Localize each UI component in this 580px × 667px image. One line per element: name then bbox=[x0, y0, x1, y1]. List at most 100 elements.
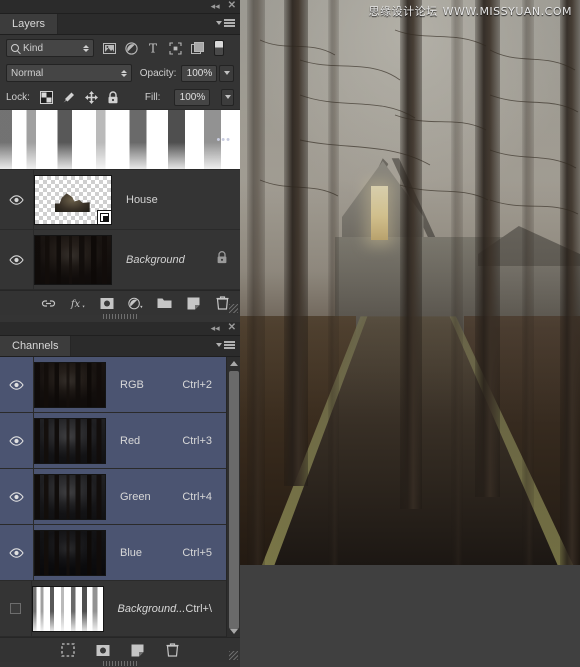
channels-panel-titlebar: ◂◂ ✕ bbox=[0, 322, 240, 336]
channel-shortcut: Ctrl+3 bbox=[182, 435, 212, 447]
panel-drag-grip[interactable] bbox=[103, 661, 137, 666]
panel-menu-triangle-icon bbox=[216, 343, 222, 347]
lock-label: Lock: bbox=[6, 92, 30, 103]
scroll-down-arrow-icon[interactable] bbox=[227, 625, 241, 637]
panel-resize-grip[interactable] bbox=[229, 651, 238, 660]
blend-mode-select[interactable]: Normal bbox=[6, 64, 132, 82]
eye-icon[interactable] bbox=[9, 548, 24, 558]
layer-name[interactable]: Background bbox=[126, 254, 185, 266]
list-item[interactable]: Red Ctrl+3 bbox=[0, 413, 240, 469]
panel-resize-grip[interactable] bbox=[229, 304, 238, 313]
channels-panel-footer bbox=[0, 637, 240, 662]
table-row[interactable]: Background bbox=[0, 230, 240, 290]
layer-mask-thumbnail[interactable] bbox=[132, 115, 210, 165]
channel-name: RGB bbox=[120, 379, 182, 391]
search-icon bbox=[11, 44, 19, 52]
new-adjustment-layer-button[interactable] bbox=[128, 296, 143, 311]
channels-panel: ◂◂ ✕ Channels bbox=[0, 322, 240, 662]
svg-text:T: T bbox=[149, 42, 157, 54]
tree-trunk bbox=[475, 0, 501, 497]
scroll-up-arrow-icon[interactable] bbox=[227, 357, 241, 369]
channel-thumbnail[interactable] bbox=[32, 586, 104, 632]
tree-trunk bbox=[247, 0, 266, 565]
tab-layers[interactable]: Layers bbox=[0, 14, 58, 34]
eye-icon[interactable] bbox=[9, 492, 24, 502]
filter-shape-icon[interactable] bbox=[168, 41, 182, 55]
channel-visibility-cell bbox=[0, 413, 34, 468]
layer-filter-row: Kind T bbox=[0, 35, 240, 61]
opacity-dropdown-arrow[interactable] bbox=[219, 65, 234, 82]
tab-channels[interactable]: Channels bbox=[0, 336, 71, 356]
opacity-input[interactable]: 100% bbox=[181, 65, 217, 82]
layers-panel-titlebar: ◂◂ ✕ bbox=[0, 0, 240, 14]
save-selection-as-channel-button[interactable] bbox=[95, 643, 110, 658]
delete-layer-button[interactable] bbox=[215, 296, 230, 311]
eye-icon-hidden[interactable] bbox=[10, 603, 21, 614]
filter-enable-toggle[interactable] bbox=[214, 40, 224, 56]
watermark-cn: 思缘设计论坛 bbox=[369, 5, 438, 18]
double-left-chevron-icon[interactable]: ◂◂ bbox=[211, 323, 220, 333]
document-image[interactable]: 思缘设计论坛 WWW.MISSYUAN.COM bbox=[240, 0, 580, 565]
filter-pixel-icon[interactable] bbox=[102, 41, 116, 55]
list-item[interactable]: Background... Ctrl+\ bbox=[0, 581, 240, 637]
eye-icon[interactable] bbox=[9, 380, 24, 390]
tree-trunk bbox=[451, 0, 463, 565]
eye-icon[interactable] bbox=[9, 255, 24, 265]
channel-thumbnail[interactable] bbox=[34, 362, 106, 408]
layer-thumbnail[interactable] bbox=[34, 175, 112, 225]
photoshop-window: ◂◂ ✕ Layers Kind bbox=[0, 0, 580, 667]
list-item[interactable]: Blue Ctrl+5 bbox=[0, 525, 240, 581]
new-layer-button[interactable] bbox=[186, 296, 201, 311]
layer-thumbnail[interactable] bbox=[34, 235, 112, 285]
channels-vertical-scrollbar[interactable] bbox=[226, 357, 240, 637]
channel-name: Red bbox=[120, 435, 182, 447]
tabrow-empty bbox=[58, 14, 240, 34]
document-canvas-area[interactable]: 思缘设计论坛 WWW.MISSYUAN.COM bbox=[240, 0, 580, 667]
panel-menu-icon[interactable] bbox=[216, 341, 235, 349]
add-layer-mask-button[interactable] bbox=[99, 296, 114, 311]
channel-thumbnail[interactable] bbox=[34, 418, 106, 464]
filter-type-icon[interactable]: T bbox=[146, 41, 160, 55]
layers-panel: ◂◂ ✕ Layers Kind bbox=[0, 0, 240, 322]
list-item[interactable]: Green Ctrl+4 bbox=[0, 469, 240, 525]
channel-visibility-cell bbox=[0, 357, 34, 412]
new-group-button[interactable] bbox=[157, 296, 172, 311]
panel-menu-lines-icon bbox=[224, 19, 235, 27]
delete-channel-button[interactable] bbox=[165, 643, 180, 658]
fill-dropdown-arrow[interactable] bbox=[221, 89, 234, 106]
close-icon[interactable]: ✕ bbox=[228, 1, 236, 11]
new-channel-button[interactable] bbox=[130, 643, 145, 658]
load-channel-as-selection-button[interactable] bbox=[60, 643, 75, 658]
lock-transparent-pixels-icon[interactable] bbox=[40, 90, 53, 104]
lock-position-icon[interactable] bbox=[85, 90, 98, 104]
channel-thumbnail[interactable] bbox=[34, 530, 106, 576]
blend-opacity-row: Normal Opacity: 100% bbox=[0, 61, 240, 85]
link-layers-button[interactable] bbox=[41, 296, 56, 311]
filter-kind-select[interactable]: Kind bbox=[6, 39, 94, 57]
channel-thumbnail[interactable] bbox=[34, 474, 106, 520]
eye-icon[interactable] bbox=[9, 195, 24, 205]
lock-image-pixels-icon[interactable] bbox=[62, 90, 76, 104]
panel-menu-icon[interactable] bbox=[216, 19, 235, 27]
list-item[interactable]: RGB Ctrl+2 bbox=[0, 357, 240, 413]
lock-all-icon[interactable] bbox=[107, 90, 119, 104]
table-row[interactable]: House bbox=[0, 170, 240, 230]
scrollbar-thumb[interactable] bbox=[229, 371, 239, 629]
filter-adjustment-icon[interactable] bbox=[124, 41, 138, 55]
channel-visibility-cell bbox=[0, 469, 34, 524]
panel-drag-grip[interactable] bbox=[103, 314, 137, 319]
filter-smart-object-icon[interactable] bbox=[190, 41, 204, 55]
panel-column: ◂◂ ✕ Layers Kind bbox=[0, 0, 240, 667]
eye-icon[interactable] bbox=[9, 436, 24, 446]
watermark-url: WWW.MISSYUAN.COM bbox=[443, 5, 572, 18]
layer-name[interactable]: House bbox=[126, 194, 158, 206]
svg-text:fx: fx bbox=[70, 299, 81, 310]
close-icon[interactable]: ✕ bbox=[228, 323, 236, 333]
layer-options-ellipsis[interactable]: ••• bbox=[216, 134, 231, 146]
tree-trunk bbox=[560, 0, 580, 565]
table-row[interactable]: ••• bbox=[0, 110, 240, 170]
fill-input[interactable]: 100% bbox=[174, 89, 210, 106]
panel-menu-lines-icon bbox=[224, 341, 235, 349]
layer-styles-fx-button[interactable]: fx bbox=[70, 296, 85, 311]
double-left-chevron-icon[interactable]: ◂◂ bbox=[211, 1, 220, 11]
